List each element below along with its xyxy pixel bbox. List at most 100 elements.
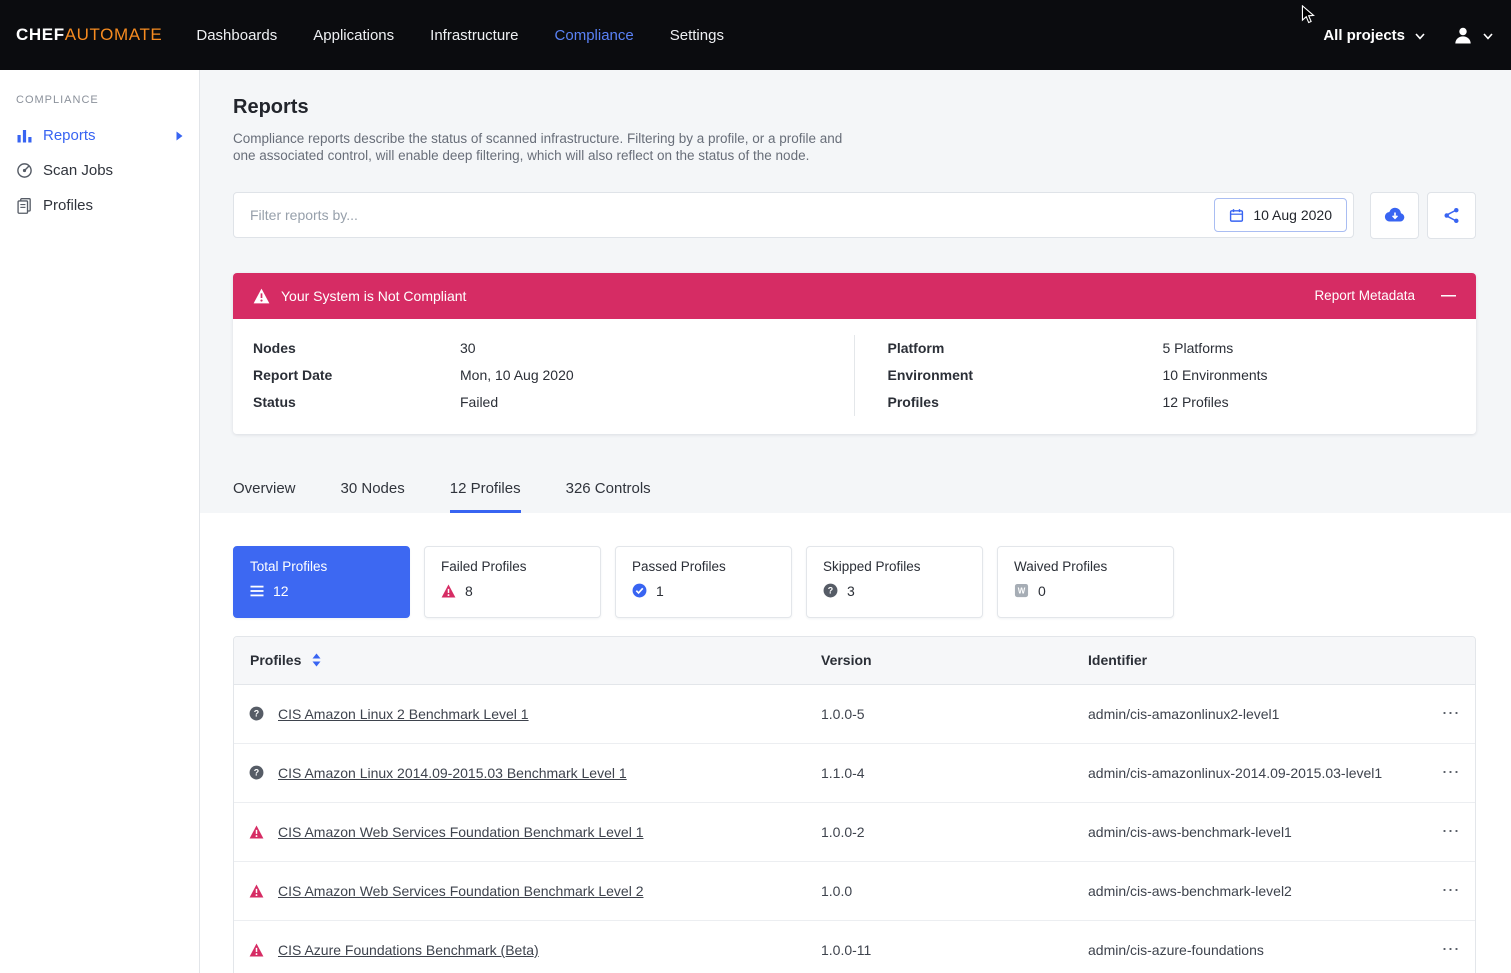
sidebar-item-scan-jobs[interactable]: Scan Jobs	[0, 153, 199, 188]
skipped-question-icon: ?	[823, 583, 838, 598]
filter-reports-input[interactable]	[250, 207, 1214, 223]
share-report-button[interactable]	[1427, 192, 1476, 239]
nav-settings[interactable]: Settings	[670, 27, 724, 44]
row-menu-button[interactable]: ⋯	[1427, 821, 1475, 842]
table-row: ? CIS Amazon Linux 2 Benchmark Level 1 1…	[234, 685, 1475, 744]
filter-input-container: 10 Aug 2020	[233, 192, 1354, 238]
sidebar-item-reports[interactable]: Reports	[0, 118, 199, 153]
row-menu-button[interactable]: ⋯	[1427, 939, 1475, 960]
share-icon	[1443, 207, 1460, 224]
cloud-download-icon	[1384, 207, 1406, 223]
nav-dashboards[interactable]: Dashboards	[196, 27, 277, 44]
profile-summary-cards: Total Profiles 12 Failed Profiles	[233, 546, 1476, 618]
chef-automate-logo[interactable]: CHEFAUTOMATE	[16, 25, 162, 45]
tab-controls[interactable]: 326 Controls	[566, 480, 651, 513]
card-title: Waived Profiles	[1014, 559, 1157, 574]
report-actions	[1370, 192, 1476, 239]
card-count-value: 3	[847, 583, 855, 599]
metadata-value: Mon, 10 Aug 2020	[460, 367, 574, 383]
collapse-metadata-button[interactable]: —	[1441, 288, 1456, 303]
skipped-question-icon: ?	[234, 765, 278, 780]
table-row: CIS Azure Foundations Benchmark (Beta) 1…	[234, 921, 1475, 973]
profile-link[interactable]: CIS Amazon Linux 2 Benchmark Level 1	[278, 706, 529, 722]
skipped-profiles-card[interactable]: Skipped Profiles ? 3	[806, 546, 983, 618]
report-metadata-label: Report Metadata	[1314, 288, 1415, 303]
svg-text:?: ?	[253, 768, 258, 778]
profile-version: 1.0.0-5	[821, 706, 1088, 722]
metadata-row-nodes: Nodes 30	[253, 335, 854, 362]
metadata-value: 12 Profiles	[1163, 394, 1229, 410]
sidebar-item-label: Reports	[43, 127, 96, 144]
failed-triangle-icon	[441, 584, 456, 598]
date-picker-button[interactable]: 10 Aug 2020	[1214, 198, 1347, 232]
page-title: Reports	[233, 96, 1476, 119]
metadata-label: Environment	[888, 367, 1163, 383]
chevron-down-icon[interactable]	[1415, 33, 1425, 40]
total-profiles-card[interactable]: Total Profiles 12	[233, 546, 410, 618]
metadata-row-report-date: Report Date Mon, 10 Aug 2020	[253, 362, 854, 389]
metadata-panel: Nodes 30 Report Date Mon, 10 Aug 2020 St…	[233, 319, 1476, 434]
metadata-value: 30	[460, 340, 476, 356]
nav-applications[interactable]: Applications	[313, 27, 394, 44]
tab-overview[interactable]: Overview	[233, 480, 296, 513]
top-nav-bar: CHEFAUTOMATE Dashboards Applications Inf…	[0, 0, 1511, 70]
page-description: Compliance reports describe the status o…	[233, 131, 851, 165]
radar-scan-icon	[16, 162, 33, 179]
metadata-label: Status	[253, 394, 460, 410]
card-count-value: 12	[273, 583, 289, 599]
profile-link[interactable]: CIS Amazon Linux 2014.09-2015.03 Benchma…	[278, 765, 627, 781]
column-header-profiles[interactable]: Profiles	[234, 652, 821, 668]
tab-profiles[interactable]: 12 Profiles	[450, 480, 521, 513]
row-menu-button[interactable]: ⋯	[1427, 880, 1475, 901]
column-header-version[interactable]: Version	[821, 652, 1088, 668]
profile-link[interactable]: CIS Amazon Web Services Foundation Bench…	[278, 883, 643, 899]
download-report-button[interactable]	[1370, 192, 1419, 239]
passed-profiles-card[interactable]: Passed Profiles 1	[615, 546, 792, 618]
profile-link[interactable]: CIS Azure Foundations Benchmark (Beta)	[278, 942, 539, 958]
card-title: Total Profiles	[250, 559, 393, 574]
sidebar-item-profiles[interactable]: Profiles	[0, 188, 199, 223]
expand-arrow-icon[interactable]	[176, 131, 183, 141]
row-menu-button[interactable]: ⋯	[1427, 703, 1475, 724]
user-profile-icon[interactable]	[1453, 26, 1473, 44]
nav-infrastructure[interactable]: Infrastructure	[430, 27, 518, 44]
failed-triangle-icon	[234, 825, 278, 839]
nav-compliance[interactable]: Compliance	[555, 27, 634, 44]
warning-triangle-icon	[253, 288, 270, 304]
non-compliant-banner: Your System is Not Compliant Report Meta…	[233, 273, 1476, 319]
failed-profiles-card[interactable]: Failed Profiles 8	[424, 546, 601, 618]
card-title: Skipped Profiles	[823, 559, 966, 574]
profile-identifier: admin/cis-azure-foundations	[1088, 942, 1427, 958]
metadata-label: Report Date	[253, 367, 460, 383]
metadata-value: 5 Platforms	[1163, 340, 1234, 356]
waived-badge-icon: W	[1014, 583, 1029, 598]
table-row: ? CIS Amazon Linux 2014.09-2015.03 Bench…	[234, 744, 1475, 803]
document-stack-icon	[16, 197, 33, 214]
projects-filter[interactable]: All projects	[1323, 27, 1405, 44]
svg-text:W: W	[1018, 587, 1026, 596]
main-nav: Dashboards Applications Infrastructure C…	[196, 27, 724, 44]
card-title: Failed Profiles	[441, 559, 584, 574]
row-menu-button[interactable]: ⋯	[1427, 762, 1475, 783]
profile-identifier: admin/cis-aws-benchmark-level1	[1088, 824, 1427, 840]
calendar-icon	[1229, 208, 1244, 223]
brand-automate: AUTOMATE	[65, 25, 163, 44]
profile-version: 1.1.0-4	[821, 765, 1088, 781]
sort-icon[interactable]	[312, 653, 321, 667]
sidebar-item-label: Profiles	[43, 197, 93, 214]
profile-version: 1.0.0-11	[821, 942, 1088, 958]
chevron-down-icon[interactable]	[1483, 33, 1493, 40]
metadata-row-profiles: Profiles 12 Profiles	[888, 389, 1477, 416]
svg-text:?: ?	[828, 586, 833, 596]
topbar-right: All projects	[1323, 26, 1493, 44]
metadata-value: 10 Environments	[1163, 367, 1268, 383]
profiles-table: Profiles Version Identifier ?	[233, 636, 1476, 973]
waived-profiles-card[interactable]: Waived Profiles W 0	[997, 546, 1174, 618]
failed-triangle-icon	[234, 943, 278, 957]
metadata-row-status: Status Failed	[253, 389, 854, 416]
column-header-identifier[interactable]: Identifier	[1088, 652, 1427, 668]
tab-nodes[interactable]: 30 Nodes	[341, 480, 405, 513]
profile-link[interactable]: CIS Amazon Web Services Foundation Bench…	[278, 824, 643, 840]
column-header-label: Profiles	[250, 652, 301, 668]
metadata-label: Nodes	[253, 340, 460, 356]
